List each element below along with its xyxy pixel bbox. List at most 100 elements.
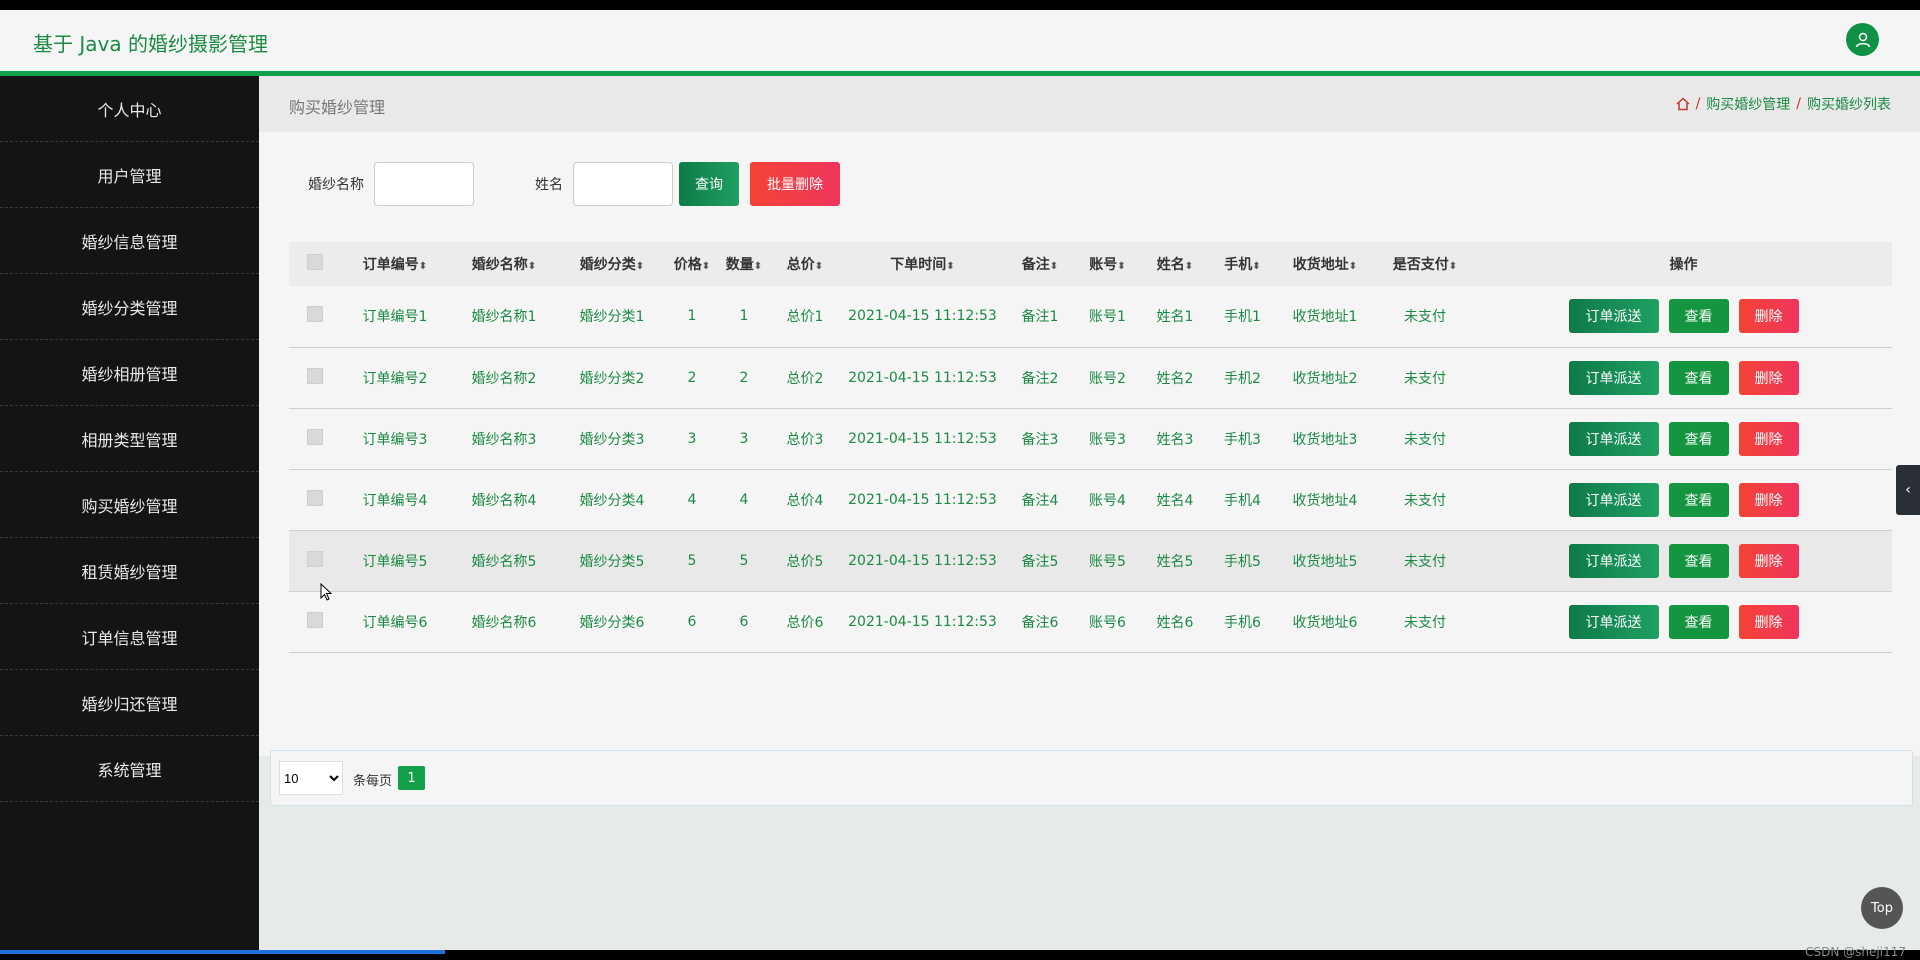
- table-cell: 收货地址4: [1292, 492, 1358, 509]
- table-row: 订单编号6 婚纱名称6 婚纱分类6 6 6 总价6 2021-04-15 11:12:53 备…: [289, 591, 1892, 652]
- sidebar-item[interactable]: 购买婚纱管理: [0, 472, 259, 538]
- column-header[interactable]: 价格⬍: [666, 242, 718, 286]
- query-button[interactable]: 查询: [679, 162, 739, 206]
- delete-button[interactable]: 删除: [1738, 299, 1799, 334]
- sort-icon[interactable]: ⬍: [702, 261, 710, 272]
- sort-icon[interactable]: ⬍: [1050, 261, 1058, 272]
- sort-icon[interactable]: ⬍: [754, 261, 762, 272]
- breadcrumb-bar: 购买婚纱管理 / 购买婚纱管理 / 购买婚纱列表: [259, 76, 1920, 132]
- table-cell: 收货地址1: [1292, 309, 1358, 326]
- sort-icon[interactable]: ⬍: [1449, 261, 1457, 272]
- column-header[interactable]: 是否支付⬍: [1375, 242, 1475, 286]
- table-cell: 总价3: [786, 431, 824, 448]
- delete-button[interactable]: 删除: [1738, 482, 1799, 517]
- name-search-input[interactable]: [374, 162, 474, 206]
- column-header[interactable]: 下单时间⬍: [840, 242, 1005, 286]
- view-button[interactable]: 查看: [1668, 299, 1729, 334]
- sidebar-item[interactable]: 婚纱信息管理: [0, 208, 259, 274]
- sort-icon[interactable]: ⬍: [636, 261, 644, 272]
- column-header[interactable]: 账号⬍: [1075, 242, 1140, 286]
- row-actions: 订单派送 查看 删除: [1475, 591, 1892, 652]
- table-cell: 1: [739, 308, 749, 325]
- sidebar-item[interactable]: 婚纱相册管理: [0, 340, 259, 406]
- table-cell: 2021-04-15 11:12:53: [848, 308, 997, 325]
- sidebar-item[interactable]: 个人中心: [0, 76, 259, 142]
- sidebar-item[interactable]: 婚纱归还管理: [0, 670, 259, 736]
- table-cell: 婚纱分类6: [579, 614, 645, 631]
- table-cell: 账号2: [1089, 370, 1126, 387]
- view-button[interactable]: 查看: [1668, 421, 1729, 456]
- delete-button[interactable]: 删除: [1738, 543, 1799, 578]
- column-header[interactable]: 收货地址⬍: [1275, 242, 1375, 286]
- dispatch-order-button[interactable]: 订单派送: [1568, 299, 1659, 334]
- sort-icon[interactable]: ⬍: [815, 261, 823, 272]
- breadcrumb-item[interactable]: 购买婚纱管理: [1706, 94, 1790, 114]
- delete-button[interactable]: 删除: [1738, 421, 1799, 456]
- column-header[interactable]: 婚纱名称⬍: [450, 242, 558, 286]
- column-header[interactable]: 备注⬍: [1005, 242, 1075, 286]
- view-button[interactable]: 查看: [1668, 360, 1729, 395]
- sort-icon[interactable]: ⬍: [1185, 261, 1193, 272]
- row-checkbox[interactable]: [306, 306, 323, 323]
- content-panel: 婚纱名称 姓名 查询 批量删除 订单编号⬍ 婚纱名称⬍ 婚纱分类⬍ 价格⬍ 数量⬍: [259, 132, 1920, 806]
- dispatch-order-button[interactable]: 订单派送: [1568, 543, 1659, 578]
- user-icon: [1855, 32, 1870, 47]
- table-cell: 婚纱分类5: [579, 553, 645, 570]
- row-checkbox[interactable]: [306, 550, 323, 567]
- column-header[interactable]: 婚纱分类⬍: [558, 242, 666, 286]
- person-search-input[interactable]: [573, 162, 673, 206]
- view-button[interactable]: 查看: [1668, 482, 1729, 517]
- page-size-select[interactable]: 10: [279, 761, 343, 795]
- back-to-top-button[interactable]: Top: [1861, 887, 1903, 929]
- dispatch-order-button[interactable]: 订单派送: [1568, 360, 1659, 395]
- table-header-row: 订单编号⬍ 婚纱名称⬍ 婚纱分类⬍ 价格⬍ 数量⬍ 总价⬍ 下单时间⬍ 备注⬍ 账号⬍ 姓名⬍ 手机…: [289, 242, 1892, 286]
- delete-button[interactable]: 删除: [1738, 360, 1799, 395]
- per-page-label: 条每页: [353, 774, 393, 789]
- sidebar-item[interactable]: 婚纱分类管理: [0, 274, 259, 340]
- select-all-checkbox[interactable]: [306, 254, 323, 270]
- sort-icon[interactable]: ⬍: [1349, 261, 1357, 272]
- column-header[interactable]: 姓名⬍: [1140, 242, 1210, 286]
- video-progress-bar[interactable]: [0, 950, 445, 954]
- view-button[interactable]: 查看: [1668, 604, 1729, 639]
- row-checkbox[interactable]: [306, 489, 323, 506]
- batch-delete-button[interactable]: 批量删除: [750, 162, 840, 206]
- breadcrumb-item[interactable]: 购买婚纱列表: [1807, 94, 1891, 114]
- sidebar-item[interactable]: 用户管理: [0, 142, 259, 208]
- page-button[interactable]: 1: [398, 766, 425, 790]
- column-header[interactable]: 订单编号⬍: [340, 242, 450, 286]
- column-header[interactable]: 手机⬍: [1210, 242, 1275, 286]
- table-cell: 2: [687, 369, 697, 386]
- row-checkbox[interactable]: [306, 428, 323, 445]
- dispatch-order-button[interactable]: 订单派送: [1568, 604, 1659, 639]
- sidebar-item[interactable]: 相册类型管理: [0, 406, 259, 472]
- row-checkbox[interactable]: [306, 367, 323, 384]
- sort-icon[interactable]: ⬍: [1117, 261, 1125, 272]
- sort-icon[interactable]: ⬍: [419, 261, 427, 272]
- table-row: 订单编号1 婚纱名称1 婚纱分类1 1 1 总价1 2021-04-15 11:12:53 备…: [289, 286, 1892, 347]
- row-checkbox[interactable]: [306, 611, 323, 628]
- column-header[interactable]: 数量⬍: [718, 242, 770, 286]
- table-cell: 总价2: [786, 370, 824, 387]
- home-icon[interactable]: [1676, 97, 1690, 111]
- user-avatar-button[interactable]: [1846, 23, 1879, 56]
- table-cell: 账号1: [1089, 309, 1126, 326]
- dispatch-order-button[interactable]: 订单派送: [1568, 421, 1659, 456]
- dispatch-order-button[interactable]: 订单派送: [1568, 482, 1659, 517]
- breadcrumb-separator: /: [1796, 96, 1801, 112]
- view-button[interactable]: 查看: [1668, 543, 1729, 578]
- column-header[interactable]: 总价⬍: [770, 242, 840, 286]
- sidebar-item[interactable]: 订单信息管理: [0, 604, 259, 670]
- table-cell: 2021-04-15 11:12:53: [848, 430, 997, 447]
- sort-icon[interactable]: ⬍: [528, 261, 536, 272]
- sidebar-item[interactable]: 租赁婚纱管理: [0, 538, 259, 604]
- table-cell: 手机5: [1224, 553, 1261, 570]
- sort-icon[interactable]: ⬍: [946, 261, 954, 272]
- table-cell: 手机3: [1224, 431, 1261, 448]
- table-cell: 订单编号6: [362, 614, 428, 631]
- row-actions: 订单派送 查看 删除: [1475, 408, 1892, 469]
- sidebar-item[interactable]: 系统管理: [0, 736, 259, 802]
- collapse-panel-button[interactable]: ‹: [1896, 465, 1920, 515]
- sort-icon[interactable]: ⬍: [1252, 261, 1260, 272]
- delete-button[interactable]: 删除: [1738, 604, 1799, 639]
